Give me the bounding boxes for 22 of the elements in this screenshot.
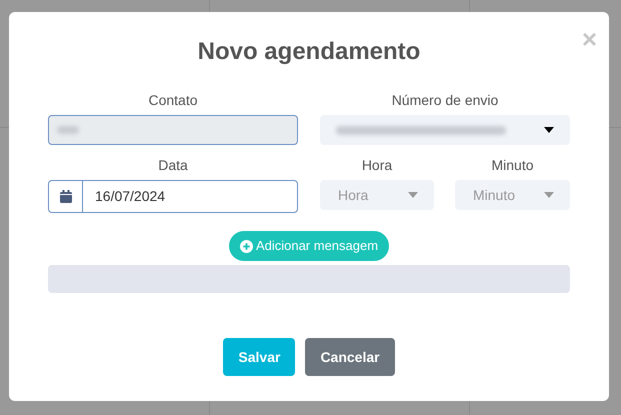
save-button[interactable]: Salvar bbox=[223, 338, 296, 376]
blurred-text bbox=[57, 126, 79, 134]
add-message-button[interactable]: Adicionar mensagem bbox=[228, 231, 390, 261]
contact-field[interactable] bbox=[48, 115, 298, 145]
field-label: Número de envio bbox=[390, 91, 500, 110]
time-select[interactable]: Minuto bbox=[455, 180, 570, 210]
caret-icon bbox=[544, 127, 554, 133]
caret-icon bbox=[544, 192, 554, 198]
cancel-button[interactable]: Cancelar bbox=[305, 338, 395, 376]
caret-icon bbox=[408, 192, 418, 198]
date-field[interactable]: 16/07/2024 bbox=[48, 180, 298, 213]
dialog-title: Novo agendamento bbox=[196, 37, 422, 67]
field-label: Data bbox=[157, 156, 189, 175]
close-button[interactable]: × bbox=[582, 26, 597, 52]
time-select[interactable]: Hora bbox=[320, 180, 434, 210]
sender-select[interactable] bbox=[320, 115, 570, 145]
plus-circle-icon bbox=[240, 240, 253, 252]
field-label: Contato bbox=[147, 91, 199, 110]
field-label: Minuto bbox=[490, 156, 535, 175]
field-label: Hora bbox=[360, 156, 394, 175]
date-value: 16/07/2024 bbox=[94, 187, 166, 206]
calendar-icon bbox=[60, 190, 72, 203]
